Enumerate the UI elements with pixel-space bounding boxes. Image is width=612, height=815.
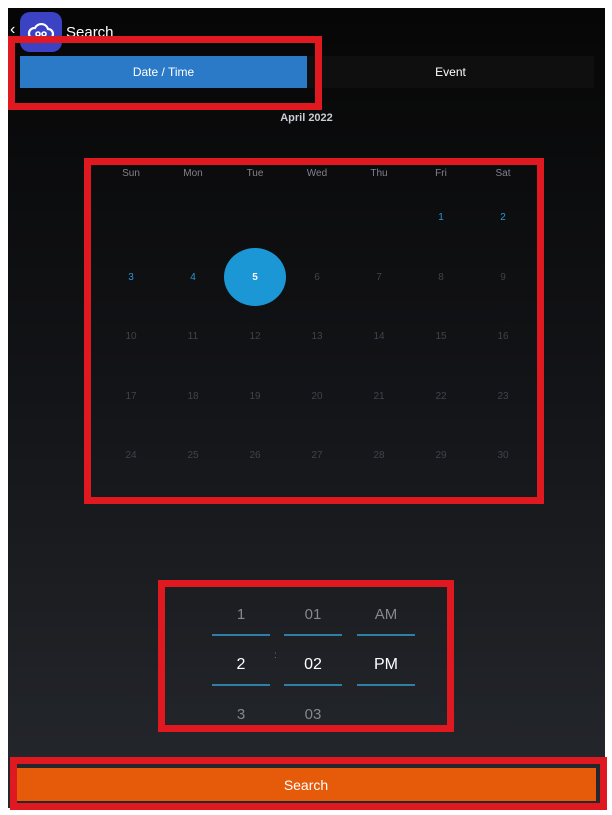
calendar-day: 11	[187, 331, 199, 343]
time-separator: :	[274, 650, 277, 661]
weekday-label: Tue	[246, 168, 264, 179]
calendar-day: 23	[497, 390, 509, 402]
weekday-header-row: Sun Mon Tue Wed Thu Fri Sat	[100, 168, 534, 188]
calendar-day: 14	[373, 331, 385, 343]
hour-current[interactable]: 2	[212, 656, 270, 674]
calendar-day: 15	[435, 331, 447, 343]
calendar-day-selected[interactable]: 5	[224, 248, 286, 308]
hour-divider-bottom	[212, 684, 270, 686]
calendar-empty-cell	[286, 188, 348, 248]
weekday-label: Fri	[435, 168, 447, 179]
calendar-empty-cell	[100, 188, 162, 248]
calendar-week-row: 345 6 7 8 9	[100, 248, 534, 308]
weekday-label: Sun	[122, 168, 140, 179]
calendar-day: 10	[125, 331, 137, 343]
ampm-divider-top	[357, 634, 415, 636]
minute-wheel[interactable]: 01 02 03	[284, 598, 342, 732]
calendar-day: 26	[249, 450, 261, 462]
weekday-label: Sat	[495, 168, 511, 179]
calendar-day: 28	[373, 450, 385, 462]
calendar-day: 13	[311, 331, 323, 343]
page-title: Search	[66, 24, 114, 41]
calendar-day: 17	[125, 390, 137, 402]
calendar-day: 9	[500, 271, 506, 283]
minute-divider-top	[284, 634, 342, 636]
app-window: ‹ Search Date / Time Event April 2022 Su…	[8, 8, 605, 808]
calendar-day: 16	[497, 331, 509, 343]
tab-date-time[interactable]: Date / Time	[20, 56, 307, 88]
calendar-day: 25	[187, 450, 199, 462]
hour-wheel[interactable]: 1 2 3	[212, 598, 270, 732]
weekday-label: Wed	[306, 168, 328, 179]
calendar-day: 6	[314, 271, 320, 283]
calendar-day: 8	[438, 271, 444, 283]
calendar-empty-cell	[162, 188, 224, 248]
time-picker: 1 2 3 : 01 02 03 AM PM	[178, 598, 444, 732]
app-logo-icon	[20, 12, 62, 52]
calendar-day[interactable]: 3	[100, 248, 162, 308]
calendar-week-row: 12	[100, 188, 534, 248]
weekday-label: Mon	[183, 168, 203, 179]
calendar-empty-cell	[224, 188, 286, 248]
minute-current[interactable]: 02	[284, 656, 342, 674]
calendar-day: 12	[249, 331, 261, 343]
title-bar: ‹ Search	[8, 8, 605, 54]
calendar-day[interactable]: 1	[410, 188, 472, 248]
calendar-day: 7	[376, 271, 382, 283]
calendar-empty-cell	[348, 188, 410, 248]
calendar-day: 20	[311, 390, 323, 402]
calendar-day: 18	[187, 390, 199, 402]
calendar-day: 22	[435, 390, 447, 402]
calendar-day[interactable]: 2	[472, 188, 534, 248]
ampm-wheel[interactable]: AM PM	[357, 598, 415, 732]
calendar-weeks: 1 2 3 4 5 6 7 8 9 10 11 12 13 14 15 16 17 18 19 20 21 22 23 24 2…	[100, 188, 534, 486]
selected-day-number: 5	[224, 248, 286, 307]
calendar-week-row: 10 11 12 13 14 15 16	[100, 307, 534, 367]
calendar-day: 19	[249, 390, 261, 402]
search-button[interactable]: Search	[16, 768, 596, 801]
hour-prev[interactable]: 1	[212, 606, 270, 623]
tab-event[interactable]: Event	[307, 56, 594, 88]
hour-next[interactable]: 3	[212, 706, 270, 723]
back-arrow-icon[interactable]: ‹	[10, 22, 15, 38]
weekday-label: Thu	[370, 168, 388, 179]
ampm-current[interactable]: PM	[357, 656, 415, 674]
hour-divider-top	[212, 634, 270, 636]
month-label: April 2022	[280, 112, 333, 124]
calendar-day: 24	[125, 450, 137, 462]
tab-bar: Date / Time Event	[20, 56, 594, 88]
calendar-day: 21	[373, 390, 385, 402]
minute-next[interactable]: 03	[284, 706, 342, 723]
calendar-day: 29	[435, 450, 447, 462]
ampm-divider-bottom	[357, 684, 415, 686]
calendar-day: 30	[497, 450, 509, 462]
calendar-day: 27	[311, 450, 323, 462]
minute-prev[interactable]: 01	[284, 606, 342, 623]
calendar-week-row: 17 18 19 20 21 22 23	[100, 367, 534, 427]
calendar-week-row: 24 25 26 27 28 29 30	[100, 426, 534, 486]
minute-divider-bottom	[284, 684, 342, 686]
calendar-day[interactable]: 4	[162, 248, 224, 308]
ampm-prev[interactable]: AM	[357, 606, 415, 623]
calendar-grid: Sun Mon Tue Wed Thu Fri Sat 1 2 3 4 5 6 7 8 9 10 11 12 13 1…	[100, 168, 534, 494]
